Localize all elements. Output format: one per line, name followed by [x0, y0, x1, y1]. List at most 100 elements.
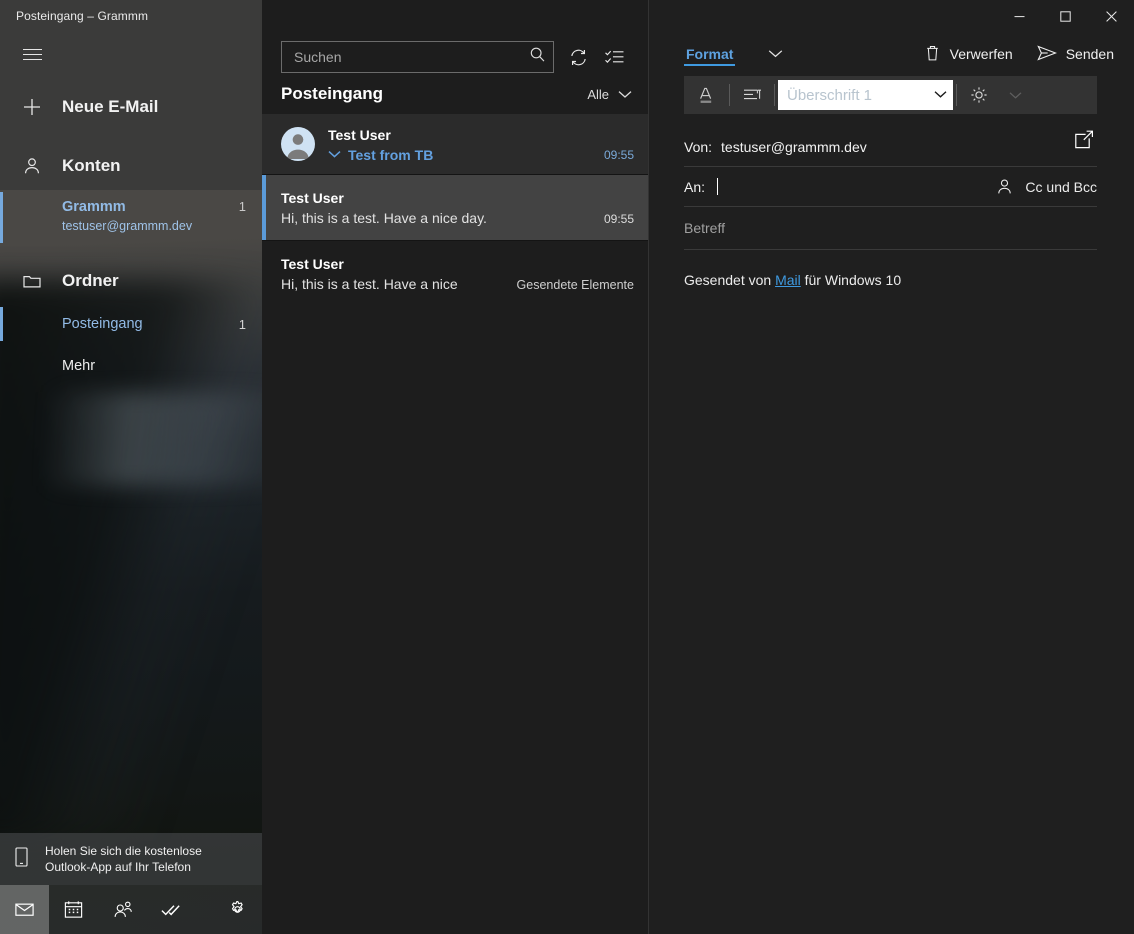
menu-toggle-row — [0, 32, 262, 76]
search-icon — [528, 45, 547, 69]
message-folder-label: Gesendete Elemente — [516, 278, 634, 292]
message-body-editor[interactable]: Gesendet von Mail für Windows 10 — [649, 250, 1134, 934]
tab-format[interactable]: Format — [684, 32, 736, 76]
conversation-subject: Test from TB — [348, 147, 434, 163]
conversation-sender: Test User — [328, 127, 391, 143]
nav-mail-icon[interactable] — [0, 885, 49, 934]
folder-label: Posteingang — [62, 316, 143, 332]
mail-app-window: Posteingang – Grammm Neue E-Mail Konten … — [0, 0, 1134, 934]
message-list: Test User Test from TB 09:55 Test User H… — [262, 114, 648, 306]
search-input[interactable]: Suchen — [281, 41, 554, 73]
signature-suffix: für Windows 10 — [800, 272, 902, 288]
folder-unread-count: 1 — [238, 316, 246, 332]
nav-calendar-icon[interactable] — [49, 885, 98, 934]
send-button[interactable]: Senden — [1036, 45, 1114, 64]
select-mode-icon[interactable] — [596, 40, 632, 74]
discard-button[interactable]: Verwerfen — [924, 44, 1013, 65]
avatar — [281, 127, 315, 161]
sidebar-folder-mehr[interactable]: Mehr — [0, 345, 262, 387]
message-preview-row: Hi, this is a test. Have a nice day. 09:… — [281, 210, 634, 226]
folder-label: Mehr — [62, 358, 96, 374]
signature-link[interactable]: Mail — [775, 272, 801, 288]
font-color-icon[interactable] — [688, 78, 726, 112]
sidebar-folder-posteingang[interactable]: Posteingang 1 — [0, 303, 262, 345]
formatting-ribbon: Überschrift 1 — [684, 76, 1097, 114]
nav-people-icon[interactable] — [98, 885, 147, 934]
folder-icon — [16, 272, 48, 290]
from-field-row: Von: testuser@grammm.dev — [684, 127, 1097, 167]
to-field-row[interactable]: An: Cc und Bcc — [684, 167, 1097, 207]
popout-window-icon[interactable] — [1071, 129, 1097, 158]
outlook-app-promo[interactable]: Holen Sie sich die kostenlose Outlook-Ap… — [0, 833, 262, 885]
ribbon-actions: Verwerfen Senden — [924, 44, 1114, 65]
folders-section-header[interactable]: Ordner — [0, 259, 262, 303]
accounts-section-label: Konten — [62, 156, 121, 175]
paragraph-style-value: Überschrift 1 — [787, 86, 873, 104]
nav-todo-icon[interactable] — [147, 885, 196, 934]
account-email: testuser@grammm.dev — [62, 219, 193, 233]
new-mail-button[interactable]: Neue E-Mail — [0, 84, 262, 130]
minimize-icon[interactable] — [996, 0, 1042, 32]
promo-line-1: Holen Sie sich die kostenlose — [45, 844, 202, 858]
signature-text: Gesendet von Mail für Windows 10 — [684, 272, 1097, 288]
trash-icon — [924, 44, 941, 65]
tab-format-label: Format — [686, 46, 734, 62]
ribbon-expand-chevron-down-icon[interactable] — [768, 49, 783, 59]
folders-section-label: Ordner — [62, 271, 119, 290]
subject-field-row[interactable]: Betreff — [684, 207, 1097, 250]
person-add-icon[interactable] — [989, 177, 1019, 196]
person-icon — [16, 156, 48, 176]
new-mail-label: Neue E-Mail — [62, 97, 159, 116]
conversation-time: 09:55 — [603, 148, 634, 162]
message-time: 09:55 — [603, 212, 634, 226]
list-titlebar-spacer — [262, 0, 648, 32]
from-label: Von: — [684, 138, 713, 155]
paragraph-style-dropdown[interactable]: Überschrift 1 — [778, 80, 953, 110]
account-name: Grammm — [62, 199, 126, 215]
from-value: testuser@grammm.dev — [721, 138, 867, 155]
search-placeholder: Suchen — [294, 49, 342, 65]
chevron-down-icon — [618, 87, 632, 102]
promo-line-2: Outlook-App auf Ihr Telefon — [45, 860, 191, 874]
promo-text: Holen Sie sich die kostenlose Outlook-Ap… — [45, 843, 202, 875]
list-filter-dropdown[interactable]: Alle — [587, 87, 632, 102]
ribbon-separator — [956, 84, 957, 106]
message-list-pane: Suchen Posteingang Alle Test User Test f… — [262, 0, 649, 934]
nav-settings-icon[interactable] — [213, 885, 262, 934]
chevron-down-icon[interactable] — [328, 146, 341, 164]
ribbon-tab-row: Format Verwerfen Senden — [649, 32, 1134, 76]
account-unread-count: 1 — [238, 199, 246, 214]
send-icon — [1036, 45, 1057, 64]
to-input-caret — [717, 178, 719, 195]
paragraph-icon[interactable] — [733, 78, 771, 112]
account-item-grammm[interactable]: Grammm testuser@grammm.dev 1 — [0, 190, 262, 245]
close-icon[interactable] — [1088, 0, 1134, 32]
to-label: An: — [684, 178, 706, 195]
cc-bcc-button[interactable]: Cc und Bcc — [1025, 179, 1097, 195]
account-texts: Grammm testuser@grammm.dev — [62, 198, 231, 235]
message-preview: Hi, this is a test. Have a nice — [281, 276, 458, 292]
conversation-subject-row: Test from TB — [328, 146, 596, 164]
sidebar: Posteingang – Grammm Neue E-Mail Konten … — [0, 0, 262, 934]
message-preview-row: Hi, this is a test. Have a nice Gesendet… — [281, 276, 634, 292]
message-sender: Test User — [281, 190, 344, 206]
discard-label: Verwerfen — [949, 46, 1013, 62]
sync-icon[interactable] — [560, 40, 596, 74]
subject-placeholder: Betreff — [684, 220, 725, 236]
message-preview: Hi, this is a test. Have a nice day. — [281, 210, 487, 226]
ribbon-overflow-chevron-down-icon[interactable] — [998, 91, 1032, 100]
maximize-icon[interactable] — [1042, 0, 1088, 32]
conversation-header[interactable]: Test User Test from TB 09:55 — [262, 114, 648, 174]
message-list-item[interactable]: Test User Hi, this is a test. Have a nic… — [262, 174, 648, 240]
bottom-navigation-bar — [0, 885, 262, 934]
compose-fields: Von: testuser@grammm.dev An: Cc und Bcc … — [649, 114, 1134, 250]
list-header: Posteingang Alle — [262, 76, 648, 114]
ribbon-separator — [774, 84, 775, 106]
window-controls — [649, 0, 1134, 32]
chevron-down-icon — [934, 86, 947, 104]
hamburger-icon[interactable] — [16, 38, 48, 70]
message-list-item[interactable]: Test User Hi, this is a test. Have a nic… — [262, 240, 648, 306]
accounts-section-header[interactable]: Konten — [0, 144, 262, 188]
styles-icon[interactable] — [960, 78, 998, 112]
